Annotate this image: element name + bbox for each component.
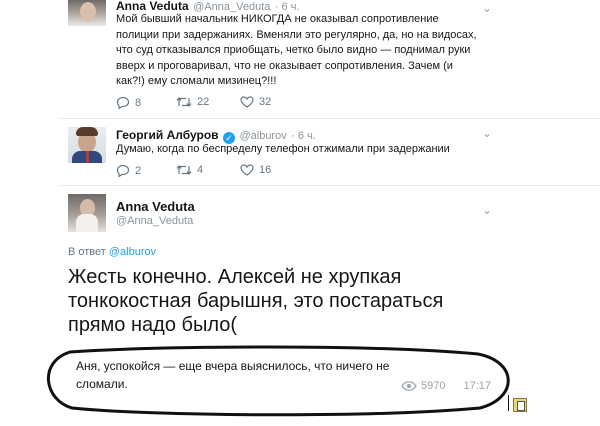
reply-context: В ответ @alburov: [68, 246, 156, 258]
retweet-icon: [176, 97, 192, 107]
reply-action[interactable]: 8: [116, 96, 141, 109]
clipboard-icon[interactable]: [513, 398, 527, 412]
chevron-down-icon[interactable]: ⌄: [482, 126, 492, 140]
reply-prefix: В ответ: [68, 246, 106, 258]
tweet-time[interactable]: · 6 ч.: [291, 130, 316, 142]
retweet-icon: [176, 165, 192, 175]
retweet-action[interactable]: 4: [176, 164, 203, 176]
like-action[interactable]: 16: [240, 164, 271, 176]
retweet-count: 22: [197, 96, 210, 108]
eye-icon: [401, 381, 417, 391]
author-name[interactable]: Anna Veduta: [116, 199, 195, 214]
retweet-count: 4: [197, 164, 204, 176]
tweet-text: Думаю, когда по беспределу телефон отжим…: [116, 143, 450, 155]
comment-time: 17:17: [463, 380, 492, 392]
comment-text: Аня, успокойся — еще вчера выяснилось, ч…: [76, 359, 390, 391]
heart-icon: [240, 96, 254, 108]
divider: [58, 118, 600, 119]
avatar[interactable]: [68, 0, 106, 26]
reply-icon: [116, 96, 130, 109]
tweet-text: Жесть конечно. Алексей не хрупкая тонкок…: [68, 266, 444, 336]
reply-to-link[interactable]: @alburov: [109, 246, 156, 258]
reply-count: 2: [135, 164, 142, 177]
author-name[interactable]: Георгий Албуров: [116, 128, 219, 142]
view-count: 5970: [421, 380, 446, 392]
comment-meta: 5970 17:17: [401, 380, 491, 392]
author-handle[interactable]: @Anna_Veduta: [116, 215, 193, 227]
divider: [58, 185, 600, 186]
avatar[interactable]: [68, 127, 106, 163]
avatar[interactable]: [68, 194, 106, 232]
text-cursor: [508, 395, 509, 411]
like-action[interactable]: 32: [240, 96, 271, 108]
chevron-down-icon[interactable]: ⌄: [482, 203, 492, 217]
reply-count: 8: [135, 96, 142, 109]
like-count: 16: [259, 164, 272, 176]
author-handle[interactable]: @alburov: [239, 130, 286, 142]
reply-action[interactable]: 2: [116, 164, 141, 177]
tweet-text: Мой бывший начальник НИКОГДА не оказывал…: [116, 13, 477, 87]
heart-icon: [240, 164, 254, 176]
reply-icon: [116, 164, 130, 177]
like-count: 32: [259, 96, 272, 108]
retweet-action[interactable]: 22: [176, 96, 209, 108]
